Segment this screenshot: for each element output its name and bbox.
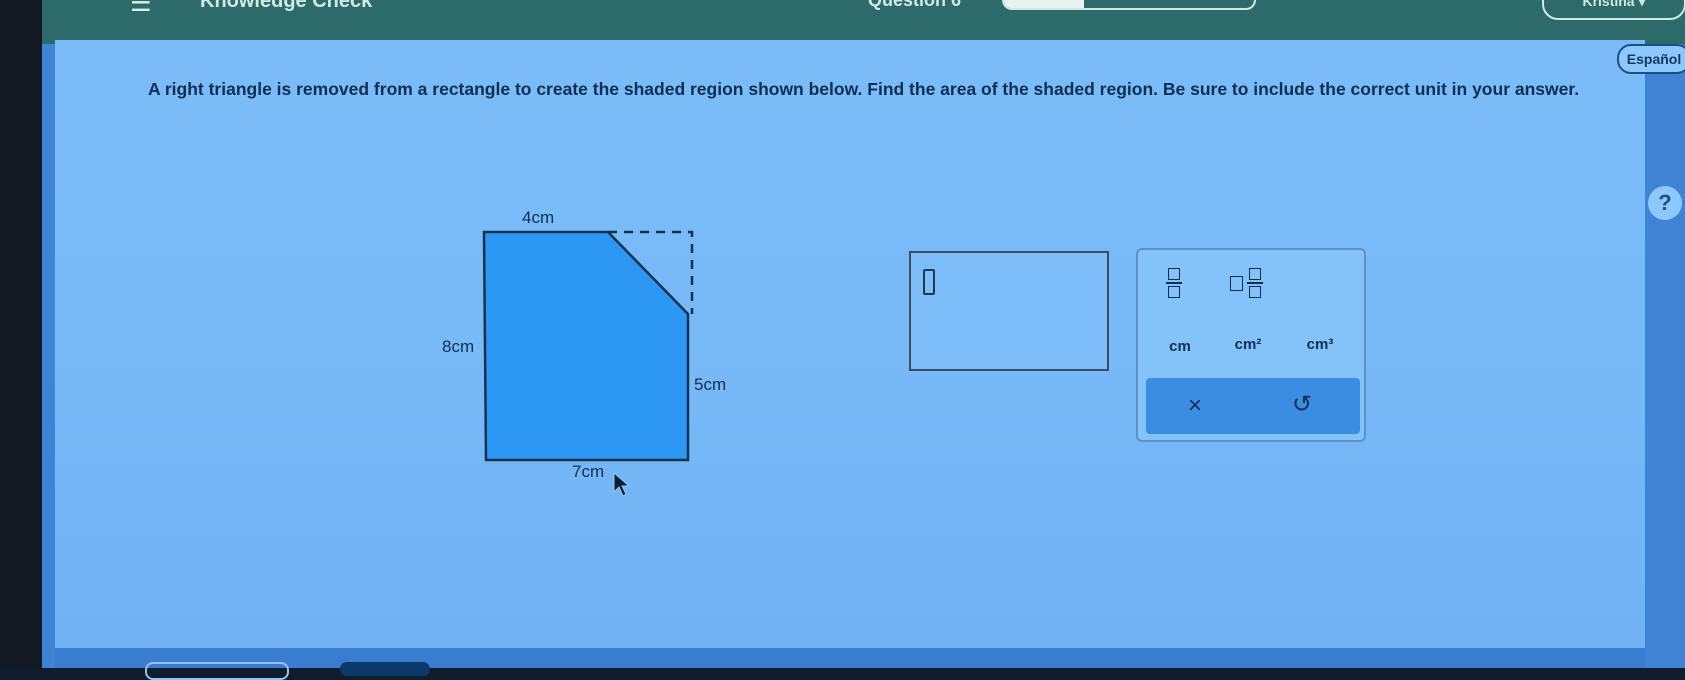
unit-key-cm2[interactable]: cm² <box>1226 336 1270 353</box>
app-title: Knowledge Check <box>200 0 373 12</box>
progress-fill <box>1004 0 1084 8</box>
shaded-region <box>482 230 690 462</box>
user-name: Kristina <box>1582 0 1635 9</box>
hamburger-menu-icon[interactable]: ☰ <box>130 0 160 16</box>
user-menu-button[interactable]: Kristina ▾ <box>1542 0 1685 20</box>
question-prompt: A right triangle is removed from a recta… <box>148 79 1580 99</box>
progress-bar <box>1002 0 1256 10</box>
shaded-region-figure: 4cm 8cm 5cm 7cm <box>430 200 760 500</box>
screen-bezel <box>0 0 42 668</box>
bottom-bar <box>55 648 1645 668</box>
answer-input[interactable] <box>909 251 1109 371</box>
right-dimension-label: 5cm <box>694 375 727 394</box>
help-button[interactable]: ? <box>1648 186 1682 220</box>
bottom-button-right[interactable] <box>340 662 430 676</box>
bottom-button-left[interactable] <box>145 662 289 680</box>
question-label: Question 6 <box>868 0 962 10</box>
bottom-dimension-label: 7cm <box>572 462 605 481</box>
question-panel <box>55 40 1645 650</box>
keypad-action-row: × ↺ <box>1146 378 1360 434</box>
clear-button[interactable]: × <box>1188 392 1202 420</box>
math-keypad: cm cm² cm³ × ↺ <box>1136 248 1366 442</box>
input-caret <box>923 269 935 295</box>
top-bar: ☰ Knowledge Check Question 6 Kristina ▾ <box>42 0 1685 44</box>
espanol-button[interactable]: Español <box>1617 44 1685 74</box>
mixed-number-key[interactable] <box>1230 268 1263 298</box>
unit-key-cm[interactable]: cm <box>1158 338 1202 355</box>
left-dimension-label: 8cm <box>442 337 475 356</box>
fraction-key[interactable] <box>1166 268 1182 298</box>
mouse-pointer-icon <box>613 472 631 497</box>
undo-icon[interactable]: ↺ <box>1292 390 1312 419</box>
top-dimension-label: 4cm <box>522 208 555 227</box>
unit-key-cm3[interactable]: cm³ <box>1298 336 1342 353</box>
